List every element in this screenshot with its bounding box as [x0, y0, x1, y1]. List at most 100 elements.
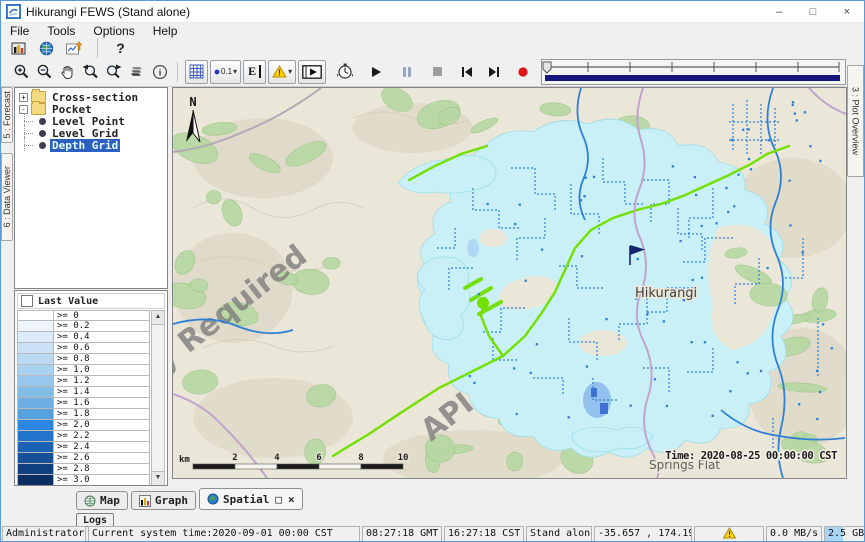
tree-item-level-grid[interactable]: Level Grid	[17, 127, 165, 139]
pause-button[interactable]	[396, 61, 417, 83]
zoom-in-icon[interactable]	[11, 61, 32, 83]
status-warning: !	[694, 526, 764, 542]
grid-scale-dropdown[interactable]: 0.1 ▾	[210, 60, 241, 84]
scale-tick-label: 2	[232, 453, 237, 463]
menu-file[interactable]: File	[1, 24, 38, 38]
status-system-time-text: Current system time:2020-09-01 00:00 CST	[92, 528, 333, 539]
legend-row[interactable]: >= 0.2	[17, 321, 150, 332]
map-display-icon[interactable]	[36, 37, 57, 59]
warnings-dropdown[interactable]: ! ▾	[268, 60, 296, 84]
record-button[interactable]	[512, 61, 533, 83]
zoom-next-icon[interactable]	[103, 61, 124, 83]
side-tab-right-0[interactable]: 3 : Plot Overview	[847, 65, 864, 177]
gauge-dot	[796, 119, 798, 121]
timeseries-dialog-icon[interactable]	[64, 37, 85, 59]
legend-row[interactable]: >= 0.6	[17, 343, 150, 354]
scroll-up-icon[interactable]: ▲	[152, 311, 164, 325]
close-button[interactable]: ×	[830, 1, 864, 22]
animation-timer-icon[interactable]	[334, 61, 355, 83]
animation-movie-button[interactable]	[298, 60, 326, 84]
map-canvas[interactable]: API Key Required API Key Required	[173, 88, 846, 478]
stop-button[interactable]	[427, 61, 448, 83]
legend-color-swatch	[18, 376, 54, 386]
pan-hand-icon[interactable]	[57, 61, 78, 83]
tree: +Cross-section-PocketLevel PointLevel Gr…	[14, 87, 168, 289]
side-tab-left-1[interactable]: 6 : Data Viewer	[1, 153, 13, 241]
status-system-time: Current system time:2020-09-01 00:00 CST	[88, 526, 360, 542]
legend-row-label: >= 0.8	[54, 354, 149, 364]
tab-spatial-label: Spatial	[223, 493, 269, 506]
tab-map[interactable]: Map	[76, 491, 128, 510]
content-area: 5 : Forecast 6 : Data Viewer +Cross-secti…	[1, 87, 864, 487]
main-toolbar: ?	[1, 39, 864, 57]
gauge-dot	[583, 195, 585, 197]
legend-row[interactable]: >= 2.6	[17, 453, 150, 464]
chevron-down-icon: ▾	[288, 67, 292, 76]
tab-maximize-icon[interactable]: □	[275, 493, 282, 506]
legend-row[interactable]: >= 3.0	[17, 475, 150, 486]
gauge-dot	[715, 222, 717, 224]
gauge-dot	[768, 139, 770, 141]
last-value-checkbox[interactable]	[21, 295, 33, 307]
legend-row[interactable]: >= 2.0	[17, 420, 150, 431]
legend-row-label: >= 1.6	[54, 398, 149, 408]
gauge-dot	[748, 128, 750, 130]
database-explorer-icon[interactable]	[8, 37, 29, 59]
legend-row[interactable]: >= 1.8	[17, 409, 150, 420]
legend-scrollbar[interactable]: ▲ ▼	[151, 310, 165, 486]
side-tab-label: 6 : Data Viewer	[2, 166, 12, 227]
minimize-button[interactable]: –	[762, 1, 796, 22]
tree-item-pocket[interactable]: -Pocket	[17, 103, 165, 115]
legend-body: >= 0>= 0.2>= 0.4>= 0.6>= 0.8>= 1.0>= 1.2…	[17, 310, 165, 486]
side-tab-left-0[interactable]: 5 : Forecast	[1, 87, 13, 143]
legend-row[interactable]: >= 1.2	[17, 376, 150, 387]
gauge-dot	[792, 101, 794, 103]
gauge-dot	[737, 174, 739, 176]
scale-segment	[235, 464, 277, 469]
legend-row[interactable]: >= 2.4	[17, 442, 150, 453]
gauge-dot	[819, 391, 821, 393]
elevation-scale-button[interactable]: E	[243, 60, 266, 84]
zoom-previous-icon[interactable]	[80, 61, 101, 83]
legend-row[interactable]: >= 0	[17, 310, 150, 321]
gauge-dot	[748, 158, 750, 160]
tree-item-depth-grid[interactable]: Depth Grid	[17, 139, 165, 151]
play-button[interactable]	[365, 61, 386, 83]
help-button[interactable]: ?	[110, 37, 131, 59]
tree-expander-icon[interactable]: +	[19, 93, 28, 102]
legend-row[interactable]: >= 2.8	[17, 464, 150, 475]
legend-color-swatch	[18, 398, 54, 408]
status-mode-text: Stand alone	[530, 528, 592, 539]
tab-close-icon[interactable]: ×	[288, 493, 295, 506]
tab-graph[interactable]: Graph	[131, 491, 196, 510]
time-slider-thumb[interactable]	[543, 62, 551, 73]
tab-graph-label: Graph	[155, 494, 188, 507]
menu-tools[interactable]: Tools	[38, 24, 84, 38]
zoom-out-icon[interactable]	[34, 61, 55, 83]
gauge-dot	[695, 194, 697, 196]
tree-connector	[23, 139, 39, 151]
time-slider[interactable]	[541, 59, 846, 85]
layers-icon[interactable]	[126, 61, 147, 83]
legend-row[interactable]: >= 1.4	[17, 387, 150, 398]
show-grid-button[interactable]	[185, 60, 208, 84]
legend-row[interactable]: >= 0.8	[17, 354, 150, 365]
elevation-scale-label: E	[248, 65, 261, 78]
svg-text:!: !	[727, 530, 732, 539]
info-icon[interactable]: i	[149, 61, 170, 83]
svg-text:!: !	[278, 68, 281, 78]
scale-tick-label: 6	[316, 453, 321, 463]
menu-options[interactable]: Options	[84, 24, 143, 38]
last-frame-button[interactable]	[483, 61, 504, 83]
legend-row[interactable]: >= 1.0	[17, 365, 150, 376]
tab-spatial[interactable]: Spatial □ ×	[199, 488, 303, 510]
scroll-down-icon[interactable]: ▼	[152, 471, 164, 485]
legend-panel: Last Value >= 0>= 0.2>= 0.4>= 0.6>= 0.8>…	[14, 290, 168, 486]
first-frame-button[interactable]	[456, 61, 477, 83]
maximize-button[interactable]: □	[796, 1, 830, 22]
tree-item-level-point[interactable]: Level Point	[17, 115, 165, 127]
legend-row[interactable]: >= 0.4	[17, 332, 150, 343]
menu-help[interactable]: Help	[144, 24, 187, 38]
legend-row[interactable]: >= 1.6	[17, 398, 150, 409]
legend-row[interactable]: >= 2.2	[17, 431, 150, 442]
